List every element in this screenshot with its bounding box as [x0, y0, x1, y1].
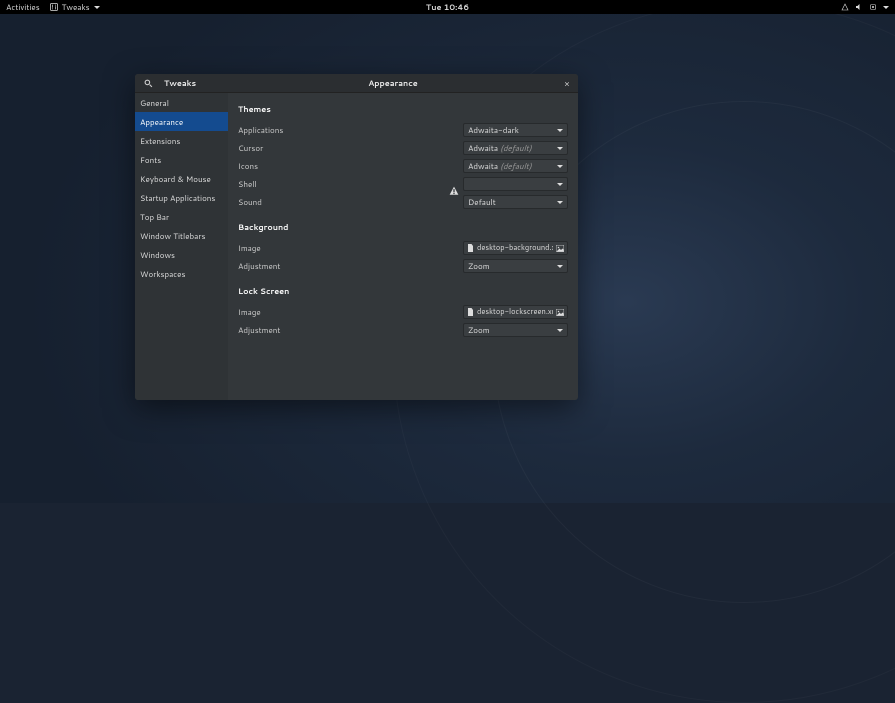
icons-label: Icons	[238, 160, 463, 172]
chevron-down-icon	[557, 265, 563, 268]
sidebar-item-top-bar[interactable]: Top Bar	[135, 207, 228, 226]
lockscreen-heading: Lock Screen	[238, 285, 568, 297]
sidebar-item-keyboard-mouse[interactable]: Keyboard & Mouse	[135, 169, 228, 188]
warning-icon	[449, 179, 459, 189]
ls-adjustment-combo[interactable]: Zoom	[463, 323, 568, 337]
ls-image-file: desktop-lockscreen.xml	[477, 307, 553, 317]
chevron-down-icon	[557, 201, 563, 204]
power-icon	[869, 3, 877, 11]
top-bar: Activities Tweaks Tue 10:46	[0, 0, 895, 14]
shell-combo[interactable]	[463, 177, 568, 191]
icons-default: (default)	[500, 160, 532, 172]
chevron-down-icon	[883, 6, 889, 9]
bg-image-file: desktop-background.xml	[477, 243, 553, 253]
network-icon	[841, 3, 849, 11]
bg-adjustment-value: Zoom	[468, 260, 490, 272]
ls-image-label: Image	[238, 306, 463, 318]
chevron-down-icon	[94, 6, 100, 9]
background-heading: Background	[238, 221, 568, 233]
sound-combo[interactable]: Default	[463, 195, 568, 209]
ls-adjustment-value: Zoom	[468, 324, 490, 336]
app-menu-label: Tweaks	[62, 1, 90, 13]
cursor-default: (default)	[500, 142, 532, 154]
bg-image-label: Image	[238, 242, 463, 254]
sidebar: General Appearance Extensions Fonts Keyb…	[135, 93, 228, 400]
image-icon	[556, 309, 564, 316]
bg-adjustment-label: Adjustment	[238, 260, 463, 272]
sidebar-item-workspaces[interactable]: Workspaces	[135, 264, 228, 283]
tweaks-window: Tweaks Appearance × General Appearance E…	[135, 74, 578, 400]
chevron-down-icon	[557, 129, 563, 132]
chevron-down-icon	[557, 165, 563, 168]
chevron-down-icon	[557, 183, 563, 186]
sidebar-item-general[interactable]: General	[135, 93, 228, 112]
cursor-label: Cursor	[238, 142, 463, 154]
sidebar-item-window-titlebars[interactable]: Window Titlebars	[135, 226, 228, 245]
tweaks-icon	[50, 3, 58, 11]
applications-label: Applications	[238, 124, 463, 136]
page-title: Appearance	[228, 77, 558, 89]
sound-value: Default	[468, 196, 496, 208]
themes-heading: Themes	[238, 103, 568, 115]
system-status-area[interactable]	[841, 3, 889, 11]
sidebar-item-fonts[interactable]: Fonts	[135, 150, 228, 169]
sidebar-item-appearance[interactable]: Appearance	[135, 112, 228, 131]
close-button[interactable]: ×	[561, 77, 573, 89]
chevron-down-icon	[557, 329, 563, 332]
search-button[interactable]	[140, 76, 156, 90]
sidebar-item-windows[interactable]: Windows	[135, 245, 228, 264]
titlebar: Tweaks Appearance ×	[135, 74, 578, 93]
sidebar-item-startup-applications[interactable]: Startup Applications	[135, 188, 228, 207]
sidebar-item-extensions[interactable]: Extensions	[135, 131, 228, 150]
bg-adjustment-combo[interactable]: Zoom	[463, 259, 568, 273]
icons-combo[interactable]: Adwaita (default)	[463, 159, 568, 173]
image-icon	[556, 245, 564, 252]
ls-image-button[interactable]: desktop-lockscreen.xml	[463, 305, 568, 319]
clock[interactable]: Tue 10:46	[426, 1, 469, 13]
sidebar-title: Tweaks	[164, 77, 196, 89]
search-icon	[144, 79, 153, 88]
bg-image-button[interactable]: desktop-background.xml	[463, 241, 568, 255]
file-icon	[467, 244, 474, 252]
cursor-combo[interactable]: Adwaita (default)	[463, 141, 568, 155]
chevron-down-icon	[557, 147, 563, 150]
icons-value: Adwaita	[468, 160, 498, 172]
activities-button[interactable]: Activities	[6, 1, 40, 13]
volume-icon	[855, 3, 863, 11]
applications-value: Adwaita-dark	[468, 124, 519, 136]
sound-label: Sound	[238, 196, 463, 208]
shell-label: Shell	[238, 178, 449, 190]
app-menu[interactable]: Tweaks	[50, 1, 100, 13]
cursor-value: Adwaita	[468, 142, 498, 154]
ls-adjustment-label: Adjustment	[238, 324, 463, 336]
file-icon	[467, 308, 474, 316]
content-pane: Themes Applications Adwaita-dark Cursor …	[228, 93, 578, 400]
applications-combo[interactable]: Adwaita-dark	[463, 123, 568, 137]
